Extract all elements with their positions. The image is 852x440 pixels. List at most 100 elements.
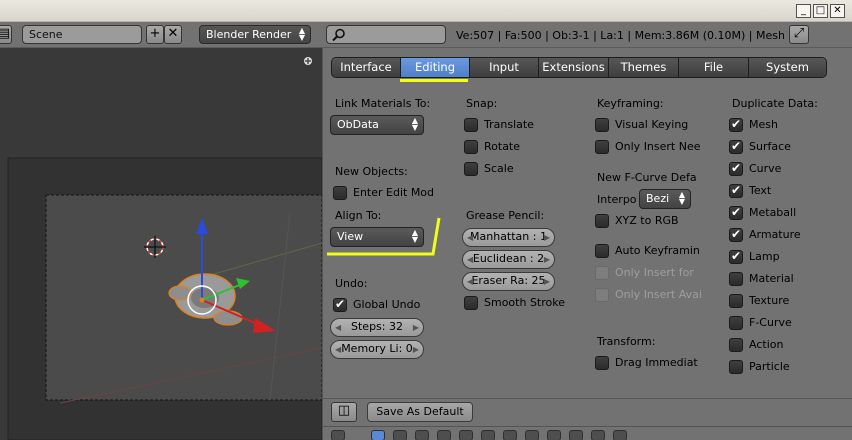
data-icon[interactable] [503,430,517,440]
increment-icon[interactable]: ▶ [413,341,419,358]
undo-label: Undo: [335,277,368,290]
checkbox-icon [464,296,478,310]
increment-icon[interactable]: ▶ [544,229,550,246]
remove-scene-button[interactable]: ✕ [164,25,182,44]
viewport-scene [0,48,322,440]
global-undo-checkbox[interactable]: Global Undo [333,297,443,313]
cube-icon[interactable] [437,430,451,440]
increment-icon[interactable]: ▶ [413,319,419,336]
scene-field[interactable]: Scene [22,25,142,44]
snap-label: Snap: [466,97,498,110]
decrement-icon[interactable]: ◀ [335,319,341,336]
prefs-tabs: Interface Editing Input Extensions Theme… [331,57,827,78]
checkbox-icon [595,118,609,132]
constraint-icon[interactable] [481,430,495,440]
view-icon[interactable] [371,430,385,440]
checkbox-icon [595,214,609,228]
scene-browse-icon[interactable]: ▤ [0,25,12,44]
duplicate-particle-checkbox[interactable]: Particle [729,359,839,375]
close-button[interactable]: ✕ [830,4,845,18]
render-engine-select[interactable]: Blender Render ▲ ▼ [199,25,311,44]
smooth-stroke-checkbox[interactable]: Smooth Stroke [464,295,574,311]
duplicate-surface-checkbox[interactable]: Surface [729,139,839,155]
checkbox-icon [729,161,743,176]
duplicate-texture-checkbox[interactable]: Texture [729,293,839,309]
snap-scale-checkbox[interactable]: Scale [464,161,574,177]
tab-extensions[interactable]: Extensions [539,58,609,77]
duplicate-text-checkbox[interactable]: Text [729,183,839,199]
new-objects-label: New Objects: [335,165,408,178]
texture-icon[interactable] [547,430,561,440]
checkbox-icon [729,316,743,330]
minimize-button[interactable]: _ [796,4,811,18]
auto-keyframing-checkbox[interactable]: Auto Keyframin [595,243,705,259]
checkbox-icon [729,205,743,220]
properties-toggle-icon[interactable] [304,57,312,65]
checkbox-icon [595,140,609,154]
undo-steps-field[interactable]: ◀ Steps: 32 ▶ [330,318,424,337]
editor-type-icon[interactable] [331,430,345,440]
select-arrows-icon: ▲ ▼ [678,190,685,206]
duplicate-metaball-checkbox[interactable]: Metaball [729,205,839,221]
physics-icon[interactable] [591,430,605,440]
add-scene-button[interactable]: + [146,25,164,44]
checkbox-icon [729,183,743,198]
object-icon[interactable] [393,430,407,440]
tab-interface[interactable]: Interface [332,58,401,77]
duplicate-action-checkbox[interactable]: Action [729,337,839,353]
duplicate-material-checkbox[interactable]: Material [729,271,839,287]
xyz-to-rgb-checkbox[interactable]: XYZ to RGB [595,213,705,229]
settings-icon[interactable] [613,430,627,440]
tab-editing[interactable]: Editing [401,58,470,77]
tab-system[interactable]: System [749,58,826,77]
maximize-button[interactable]: □ [813,4,828,18]
snap-translate-checkbox[interactable]: Translate [464,117,574,133]
duplicate-f-curve-checkbox[interactable]: F-Curve [729,315,839,331]
checkbox-icon [729,117,743,132]
decrement-icon[interactable]: ◀ [467,273,473,290]
decrement-icon[interactable]: ◀ [467,229,473,246]
checkbox-icon [729,294,743,308]
interpolation-label: Interpo [597,193,637,206]
user-preferences-panel: Interface Editing Input Extensions Theme… [322,48,852,440]
only-insert-available-checkbox: Only Insert Avai [595,287,705,303]
duplicate-mesh-checkbox[interactable]: Mesh [729,117,839,133]
checkbox-icon [729,272,743,286]
manhattan-distance-field[interactable]: ◀ Manhattan : 1 ▶ [462,228,555,247]
only-insert-needed-checkbox[interactable]: Only Insert Nee [595,139,705,155]
duplicate-armature-checkbox[interactable]: Armature [729,227,839,243]
fullscreen-icon[interactable]: ⤢ [789,25,809,44]
duplicate-lamp-checkbox[interactable]: Lamp [729,249,839,265]
window-title-bar: _ □ ✕ [0,0,852,22]
checkbox-icon [595,356,609,370]
material-icon[interactable] [525,430,539,440]
snap-rotate-checkbox[interactable]: Rotate [464,139,574,155]
enter-edit-mode-checkbox[interactable]: Enter Edit Mod [333,185,443,201]
increment-icon[interactable]: ▶ [544,251,550,268]
decrement-icon[interactable]: ◀ [335,341,341,358]
timeline-header-strip [323,426,852,440]
3d-viewport[interactable] [0,48,322,440]
checkbox-icon [729,360,743,374]
visual-keying-checkbox[interactable]: Visual Keying [595,117,705,133]
select-arrows-icon: ▲ ▼ [411,116,418,132]
link-materials-select[interactable]: ObData ▲ ▼ [330,115,424,135]
duplicate-curve-checkbox[interactable]: Curve [729,161,839,177]
euclidean-distance-field[interactable]: ◀ Euclidean : 2 ▶ [462,250,555,269]
save-as-default-button[interactable]: Save As Default [367,402,473,422]
increment-icon[interactable]: ▶ [544,273,550,290]
tab-input[interactable]: Input [470,58,539,77]
tab-file[interactable]: File [679,58,749,77]
sphere-icon[interactable] [415,430,429,440]
tab-themes[interactable]: Themes [609,58,679,77]
undo-memory-limit-field[interactable]: ◀ Memory Li: 0 ▶ [330,340,424,359]
interpolation-select[interactable]: Bezi ▲ ▼ [639,189,691,209]
decrement-icon[interactable]: ◀ [467,251,473,268]
search-input[interactable] [326,25,446,44]
particles-icon[interactable] [569,430,583,440]
editor-type-icon[interactable]: ◫ [331,402,357,422]
wrench-icon[interactable] [459,430,473,440]
drag-immediately-checkbox[interactable]: Drag Immediat [595,355,705,371]
eraser-radius-field[interactable]: ◀ Eraser Ra: 25 ▶ [462,272,555,291]
interpolation-value: Bezi [646,192,670,205]
